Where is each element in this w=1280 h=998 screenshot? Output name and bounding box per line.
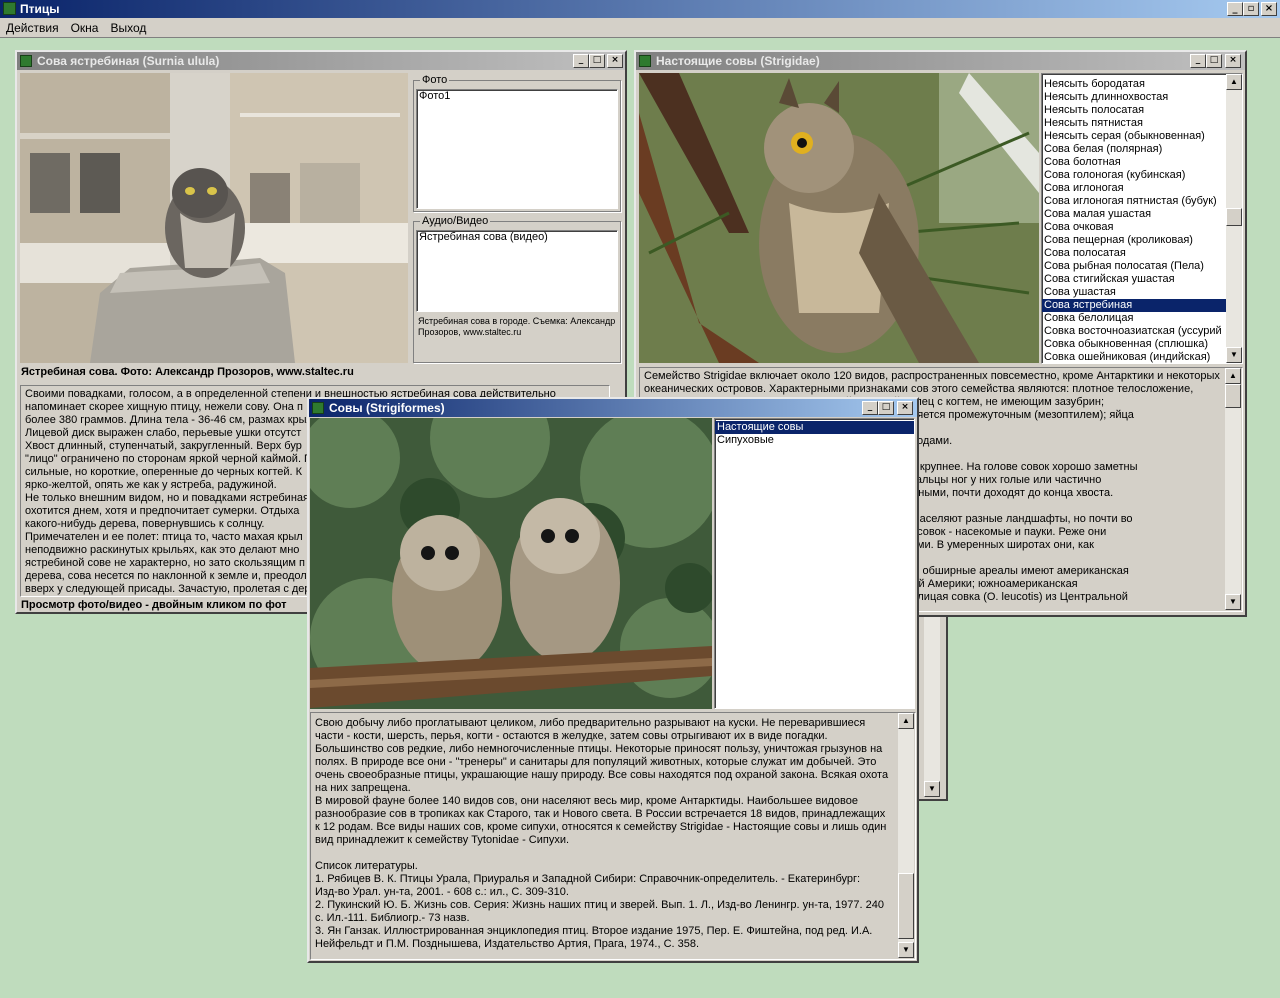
maximize-icon[interactable]: □ (878, 401, 894, 415)
species-list-item[interactable]: Совка ошейниковая (индийская) (1042, 351, 1226, 363)
window-title: Совы (Strigiformes) (329, 401, 445, 415)
window-title-bar[interactable]: Совы (Strigiformes) _ □ × (309, 399, 917, 417)
window-icon (639, 55, 651, 67)
photo-group-label: Фото (420, 74, 450, 86)
window-title-bar[interactable]: Настоящие совы (Strigidae) _ □ × (636, 52, 1245, 70)
close-icon[interactable]: × (897, 401, 913, 415)
species-list-item-selected[interactable]: Сова ястребиная (1042, 299, 1226, 312)
species-list-item[interactable]: Сова очковая (1042, 221, 1226, 234)
species-list-scrollbar[interactable]: ▲ ▼ (1226, 74, 1242, 363)
photo-list[interactable]: Фото1 (416, 89, 618, 209)
app-title: Птицы (20, 2, 60, 16)
order-description-scrollbar[interactable]: ▲ ▼ (898, 713, 914, 958)
arrow-up-icon[interactable]: ▲ (898, 713, 914, 729)
close-icon[interactable]: × (607, 54, 623, 68)
background-window-edge: ▼ (918, 617, 948, 801)
species-list-item[interactable]: Сова голоногая (кубинская) (1042, 169, 1226, 182)
long-eared-owl-photo[interactable] (639, 73, 1039, 363)
family-description-scrollbar[interactable]: ▲ ▼ (1225, 368, 1241, 610)
arrow-down-icon[interactable]: ▼ (898, 942, 914, 958)
hawk-owl-image (20, 73, 408, 363)
hawk-owl-photo[interactable] (20, 73, 408, 363)
app-title-bar: Птицы _ ▫ × (0, 0, 1280, 18)
species-list-item[interactable]: Неясыть полосатая (1042, 104, 1226, 117)
species-list-item[interactable]: Сова рыбная полосатая (Пела) (1042, 260, 1226, 273)
background-scrollbar[interactable]: ▼ (924, 617, 940, 797)
species-list-item[interactable]: Совка обыкновенная (сплюшка) (1042, 338, 1226, 351)
audio-video-group: Аудио/Видео Ястребиная сова (видео) Ястр… (413, 215, 621, 363)
species-list-item[interactable]: Сова малая ушастая (1042, 208, 1226, 221)
scroll-thumb[interactable] (898, 873, 914, 939)
audio-video-group-label: Аудио/Видео (420, 215, 491, 227)
species-list-item[interactable]: Неясыть длиннохвостая (1042, 91, 1226, 104)
species-list-item[interactable]: Сова полосатая (1042, 247, 1226, 260)
arrow-up-icon[interactable]: ▲ (1225, 368, 1241, 384)
family-list-item[interactable]: Сипуховые (715, 434, 914, 447)
species-list-item[interactable]: Сова болотная (1042, 156, 1226, 169)
species-list-item[interactable]: Сова иглоногая (1042, 182, 1226, 195)
window-strigiformes[interactable]: Совы (Strigiformes) _ □ × Настоящие совы… (307, 397, 919, 963)
menu-exit[interactable]: Выход (104, 18, 152, 36)
species-list-item[interactable]: Сова стигийская ушастая (1042, 273, 1226, 286)
menu-actions[interactable]: Действия (0, 18, 65, 36)
menu-bar: Действия Окна Выход (0, 18, 1280, 38)
scroll-thumb[interactable] (1225, 384, 1241, 408)
minimize-icon[interactable]: _ (573, 54, 589, 68)
window-icon (20, 55, 32, 67)
owlets-image (310, 418, 712, 709)
app-icon (3, 2, 16, 15)
audio-video-list-item[interactable]: Ястребиная сова (видео) (417, 231, 617, 244)
arrow-down-icon[interactable]: ▼ (1225, 594, 1241, 610)
close-icon[interactable]: × (1225, 54, 1241, 68)
window-title: Сова ястребиная (Surnia ulula) (37, 54, 220, 68)
restore-icon[interactable]: ▫ (1243, 2, 1259, 16)
photo-list-item[interactable]: Фото1 (417, 90, 617, 103)
arrow-down-icon[interactable]: ▼ (1226, 347, 1242, 363)
long-eared-owl-image (639, 73, 1039, 363)
scroll-thumb[interactable] (1226, 208, 1242, 226)
audio-video-list[interactable]: Ястребиная сова (видео) (416, 230, 618, 312)
species-list-item[interactable]: Сова белая (полярная) (1042, 143, 1226, 156)
species-list-item[interactable]: Сова ушастая (1042, 286, 1226, 299)
species-list-item[interactable]: Совка белолицая (1042, 312, 1226, 325)
menu-windows[interactable]: Окна (65, 18, 105, 36)
audio-video-caption: Ястребиная сова в городе. Съемка: Алекса… (418, 316, 616, 337)
minimize-icon[interactable]: _ (862, 401, 878, 415)
owlets-photo[interactable] (310, 418, 712, 709)
order-description[interactable]: Свою добычу либо проглатывают целиком, л… (310, 712, 916, 960)
order-family-list[interactable]: Настоящие совы Сипуховые (714, 418, 915, 709)
species-list-item[interactable]: Неясыть серая (обыкновенная) (1042, 130, 1226, 143)
window-title-bar[interactable]: Сова ястребиная (Surnia ulula) _ □ × (17, 52, 625, 70)
species-list-item[interactable]: Сова пещерная (кроликовая) (1042, 234, 1226, 247)
family-list-item-selected[interactable]: Настоящие совы (715, 421, 914, 434)
species-list[interactable]: Неясыть бородатая Неясыть длиннохвостая … (1041, 73, 1243, 364)
species-list-item[interactable]: Неясыть пятнистая (1042, 117, 1226, 130)
photo-caption: Ястребиная сова. Фото: Александр Прозоро… (21, 366, 354, 378)
minimize-icon[interactable]: _ (1227, 2, 1243, 16)
species-list-item[interactable]: Неясыть бородатая (1042, 78, 1226, 91)
arrow-down-icon[interactable]: ▼ (924, 781, 940, 797)
species-list-item[interactable]: Совка восточноазиатская (уссурий (1042, 325, 1226, 338)
arrow-up-icon[interactable]: ▲ (1226, 74, 1242, 90)
close-icon[interactable]: × (1261, 2, 1277, 16)
window-icon (312, 402, 324, 414)
maximize-icon[interactable]: □ (589, 54, 605, 68)
species-list-item[interactable]: Сова иглоногая пятнистая (бубук) (1042, 195, 1226, 208)
photo-group: Фото Фото1 (413, 74, 621, 212)
maximize-icon[interactable]: □ (1206, 54, 1222, 68)
window-title: Настоящие совы (Strigidae) (656, 54, 820, 68)
minimize-icon[interactable]: _ (1190, 54, 1206, 68)
species-list-items: Неясыть бородатая Неясыть длиннохвостая … (1042, 78, 1226, 363)
